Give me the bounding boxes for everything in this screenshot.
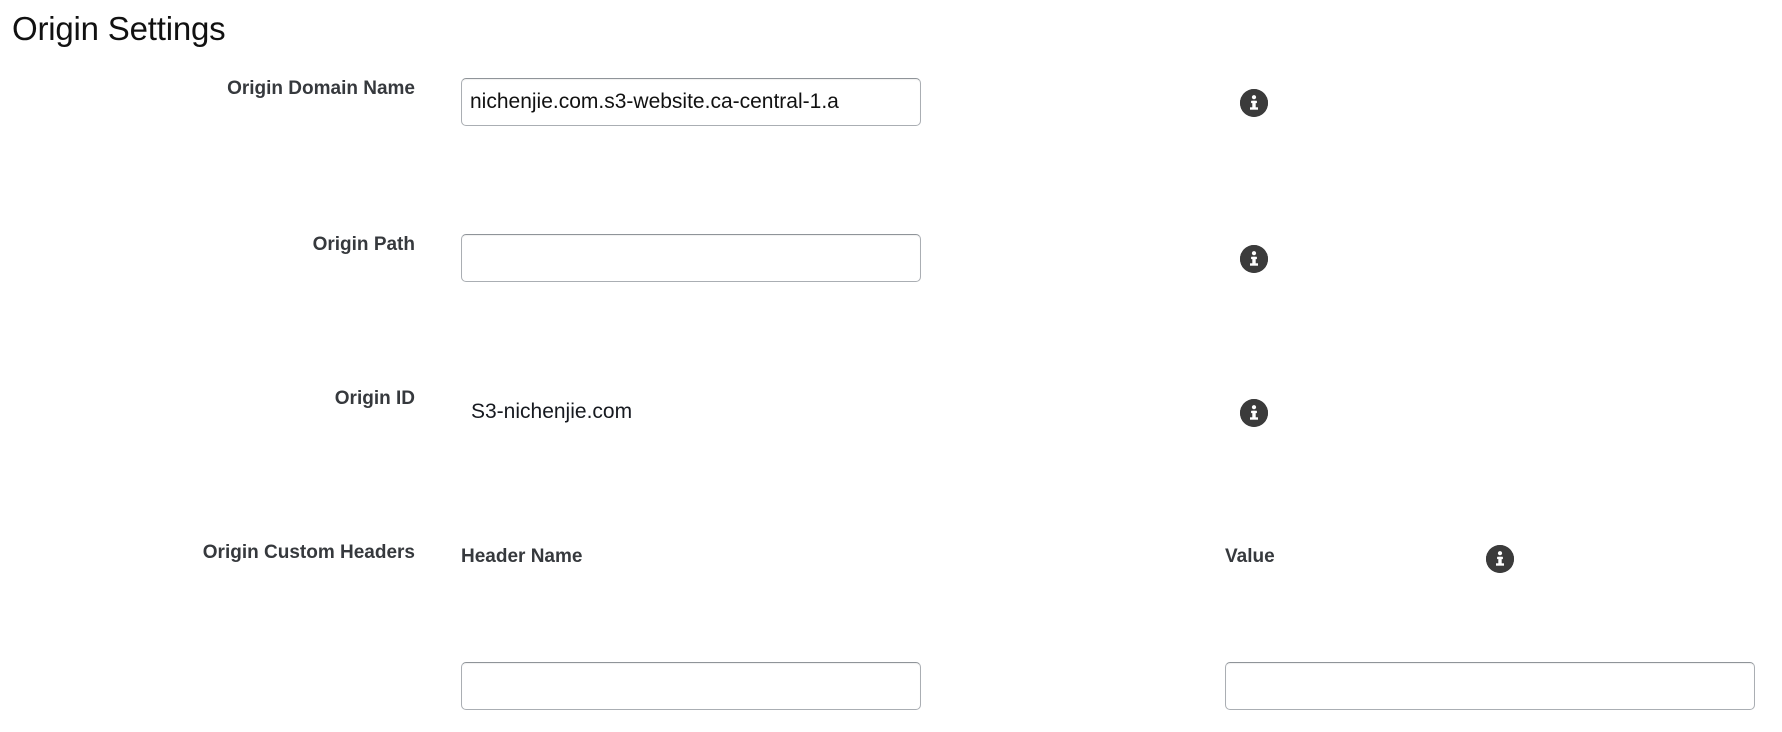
info-icon xyxy=(1486,545,1514,573)
label-origin-path: Origin Path xyxy=(312,234,415,255)
origin-settings-form: Origin Domain Name Origin Path xyxy=(0,78,1782,710)
info-icon xyxy=(1240,245,1268,273)
label-origin-id: Origin ID xyxy=(334,388,415,409)
field-origin-domain-name xyxy=(461,78,921,126)
custom-header-value-input[interactable] xyxy=(1225,662,1755,710)
row-origin-custom-headers: Origin Custom Headers Header Name Value xyxy=(0,542,1782,602)
info-icon-origin-custom-headers[interactable] xyxy=(1486,545,1514,573)
column-header-header-name: Header Name xyxy=(461,546,583,567)
page-title: Origin Settings xyxy=(12,10,226,47)
row-origin-id: Origin ID S3-nichenjie.com xyxy=(0,388,1782,465)
row-custom-header-inputs xyxy=(0,662,1782,732)
field-custom-header-value xyxy=(1225,662,1755,710)
label-origin-custom-headers: Origin Custom Headers xyxy=(202,542,415,563)
origin-domain-name-input[interactable] xyxy=(461,78,921,126)
label-origin-domain-name: Origin Domain Name xyxy=(227,78,415,99)
field-origin-path xyxy=(461,234,921,282)
field-custom-header-name xyxy=(461,662,921,710)
info-icon xyxy=(1240,89,1268,117)
custom-header-name-input[interactable] xyxy=(461,662,921,710)
info-icon xyxy=(1240,399,1268,427)
origin-path-input[interactable] xyxy=(461,234,921,282)
field-origin-id: S3-nichenjie.com xyxy=(461,388,632,436)
row-origin-domain-name: Origin Domain Name xyxy=(0,78,1782,156)
info-icon-origin-domain-name[interactable] xyxy=(1240,89,1268,117)
row-origin-path: Origin Path xyxy=(0,234,1782,311)
info-icon-origin-path[interactable] xyxy=(1240,245,1268,273)
origin-id-value: S3-nichenjie.com xyxy=(471,400,633,423)
column-header-value: Value xyxy=(1225,546,1275,567)
info-icon-origin-id[interactable] xyxy=(1240,399,1268,427)
